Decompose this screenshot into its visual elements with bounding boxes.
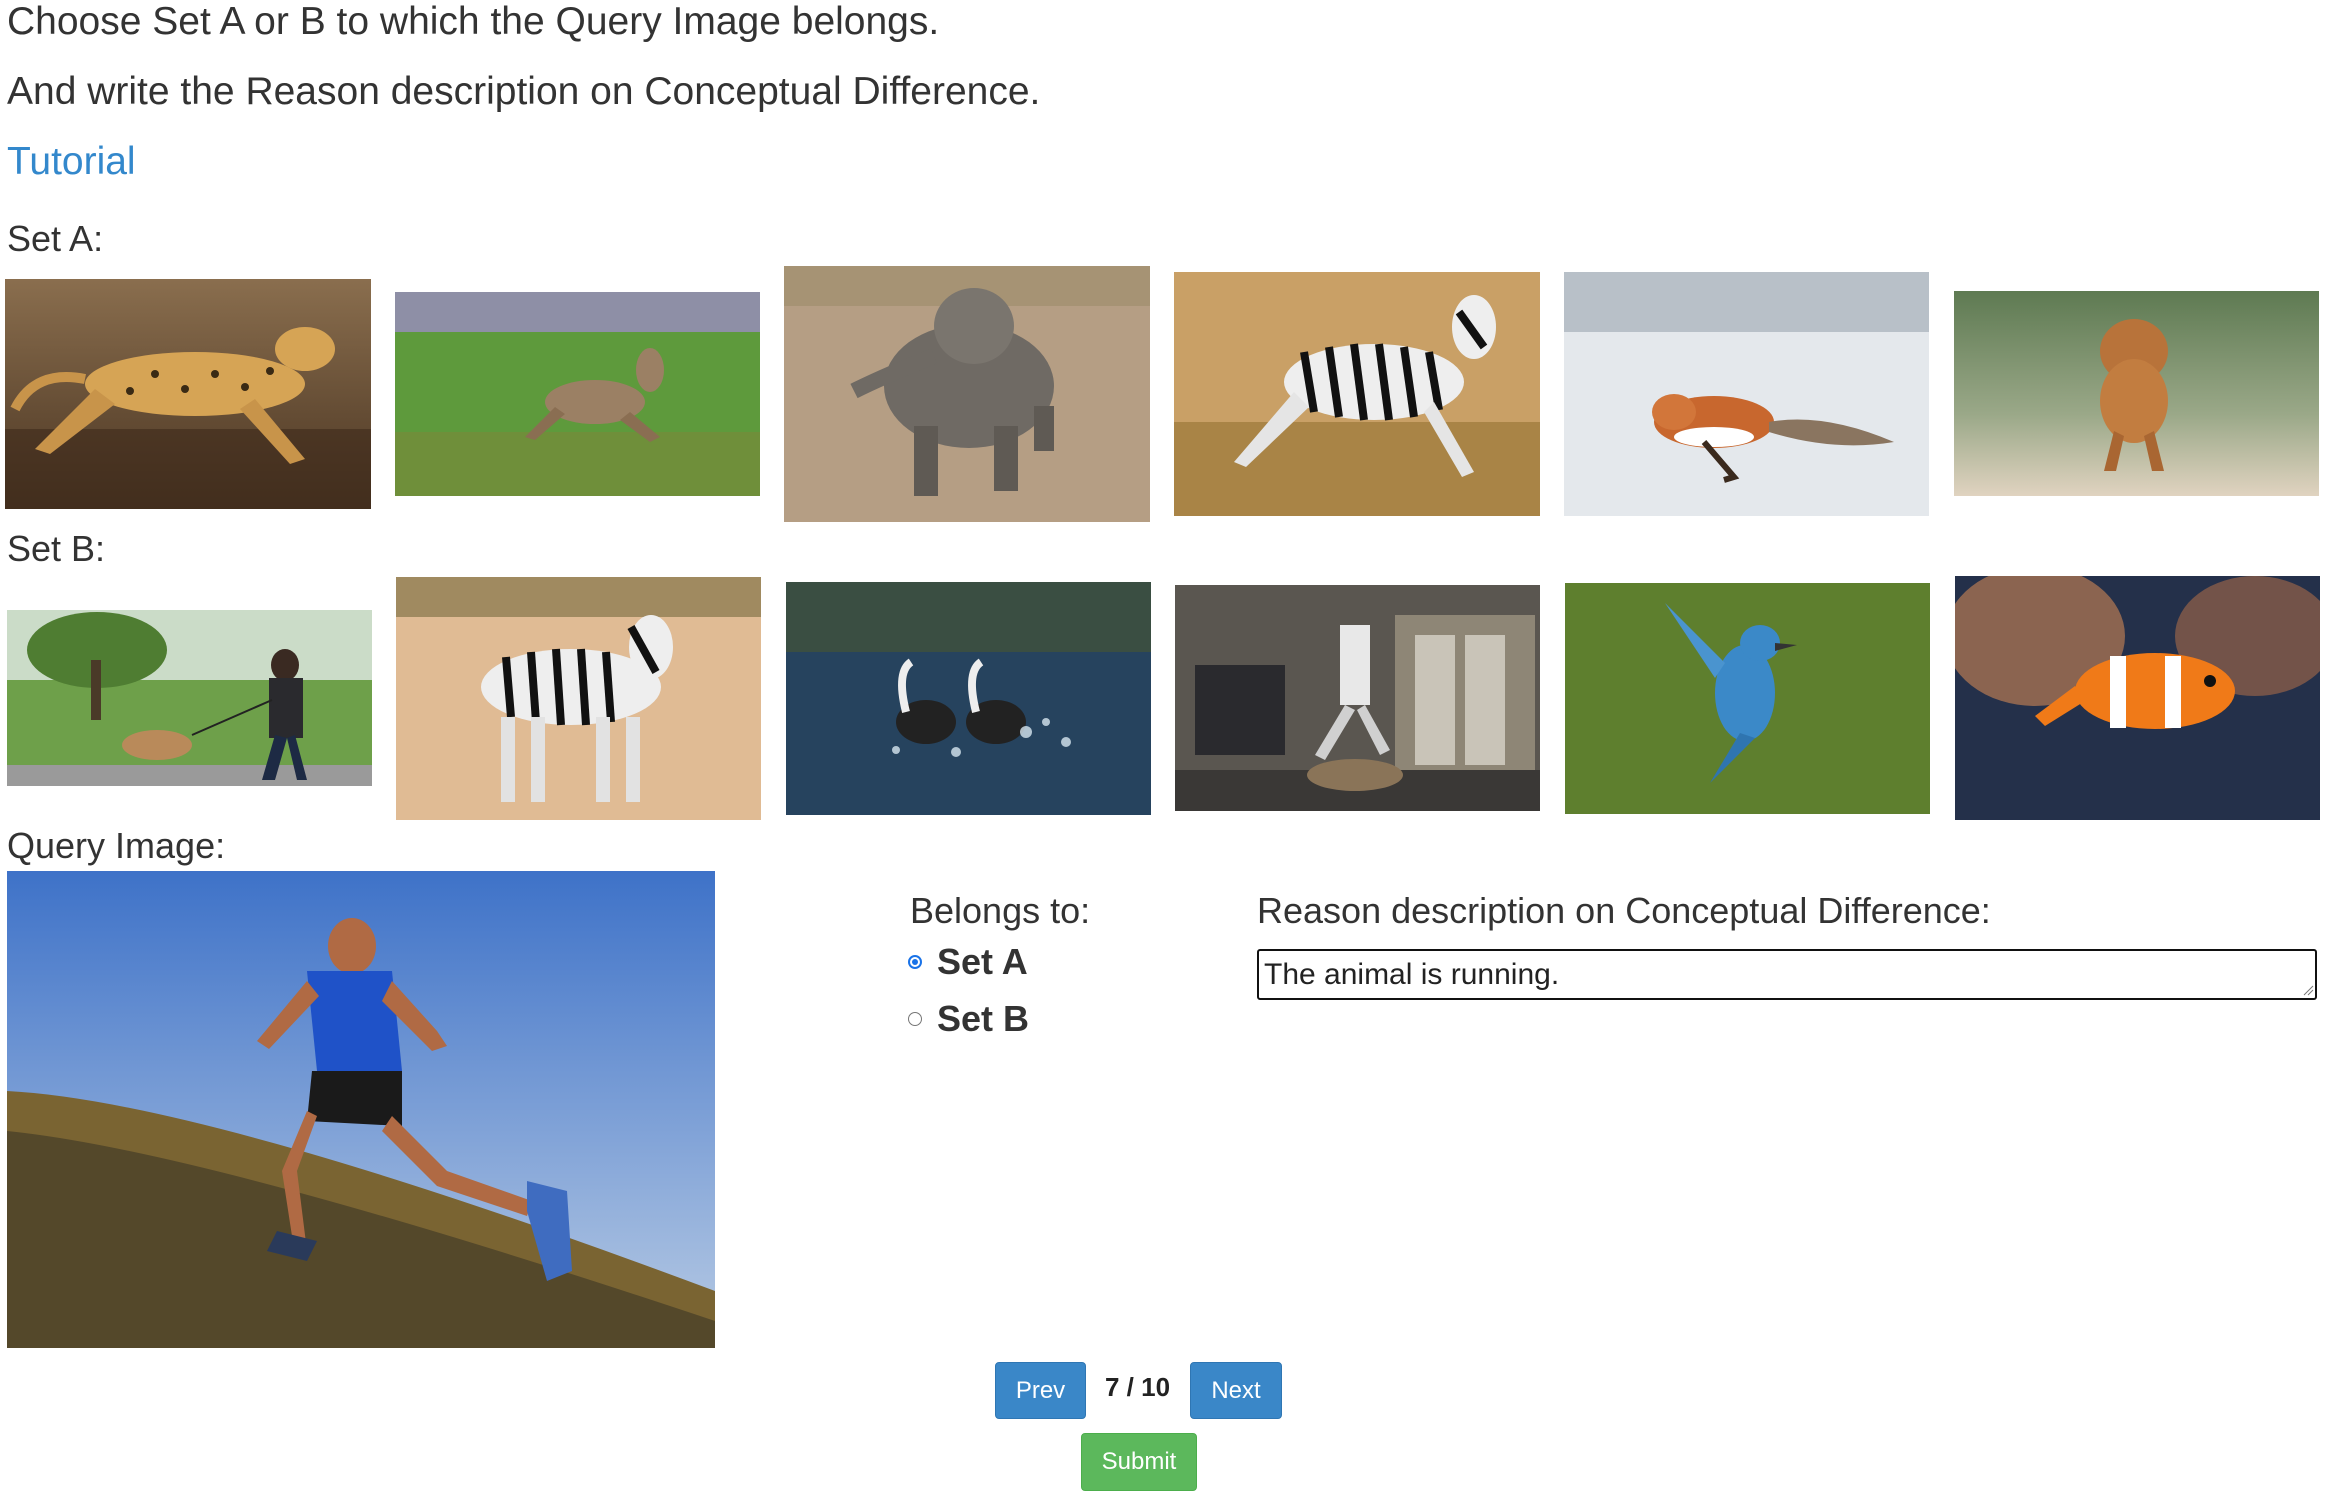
set-b-image-6 xyxy=(1955,576,2320,820)
next-button[interactable]: Next xyxy=(1190,1362,1282,1419)
set-b-radio[interactable] xyxy=(908,1012,922,1026)
page-indicator: 7 / 10 xyxy=(1105,1372,1171,1402)
set-a-image-4 xyxy=(1174,272,1540,516)
set-b-image-2 xyxy=(396,577,761,820)
set-b-option-label[interactable]: Set B xyxy=(937,999,1029,1039)
set-b-image-3 xyxy=(786,582,1151,815)
set-a-option-label[interactable]: Set A xyxy=(937,942,1028,982)
set-a-label: Set A: xyxy=(7,218,104,259)
set-b-label: Set B: xyxy=(7,528,106,569)
query-image xyxy=(7,871,715,1348)
set-a-image-6 xyxy=(1954,291,2319,496)
query-image-label: Query Image: xyxy=(7,825,226,866)
reason-textarea[interactable]: The animal is running. xyxy=(1257,949,2317,1000)
instruction-line-1: Choose Set A or B to which the Query Ima… xyxy=(7,0,940,43)
set-a-image-5 xyxy=(1564,272,1929,516)
set-a-image-3 xyxy=(784,266,1150,522)
submit-button[interactable]: Submit xyxy=(1081,1433,1197,1491)
set-a-radio[interactable] xyxy=(908,955,922,969)
set-b-image-5 xyxy=(1565,583,1930,814)
belongs-to-label: Belongs to: xyxy=(910,890,1091,931)
set-b-image-1 xyxy=(7,610,372,786)
option-set-a[interactable]: Set A xyxy=(908,942,1028,982)
set-a-image-1 xyxy=(5,279,371,509)
set-a-image-2 xyxy=(395,292,760,496)
option-set-b[interactable]: Set B xyxy=(908,999,1029,1039)
resize-grip-icon[interactable] xyxy=(2302,984,2314,996)
reason-label: Reason description on Conceptual Differe… xyxy=(1257,890,1991,931)
prev-button[interactable]: Prev xyxy=(995,1362,1086,1419)
set-b-image-4 xyxy=(1175,585,1540,811)
tutorial-link[interactable]: Tutorial xyxy=(7,140,136,184)
instruction-line-2: And write the Reason description on Conc… xyxy=(7,70,1041,113)
